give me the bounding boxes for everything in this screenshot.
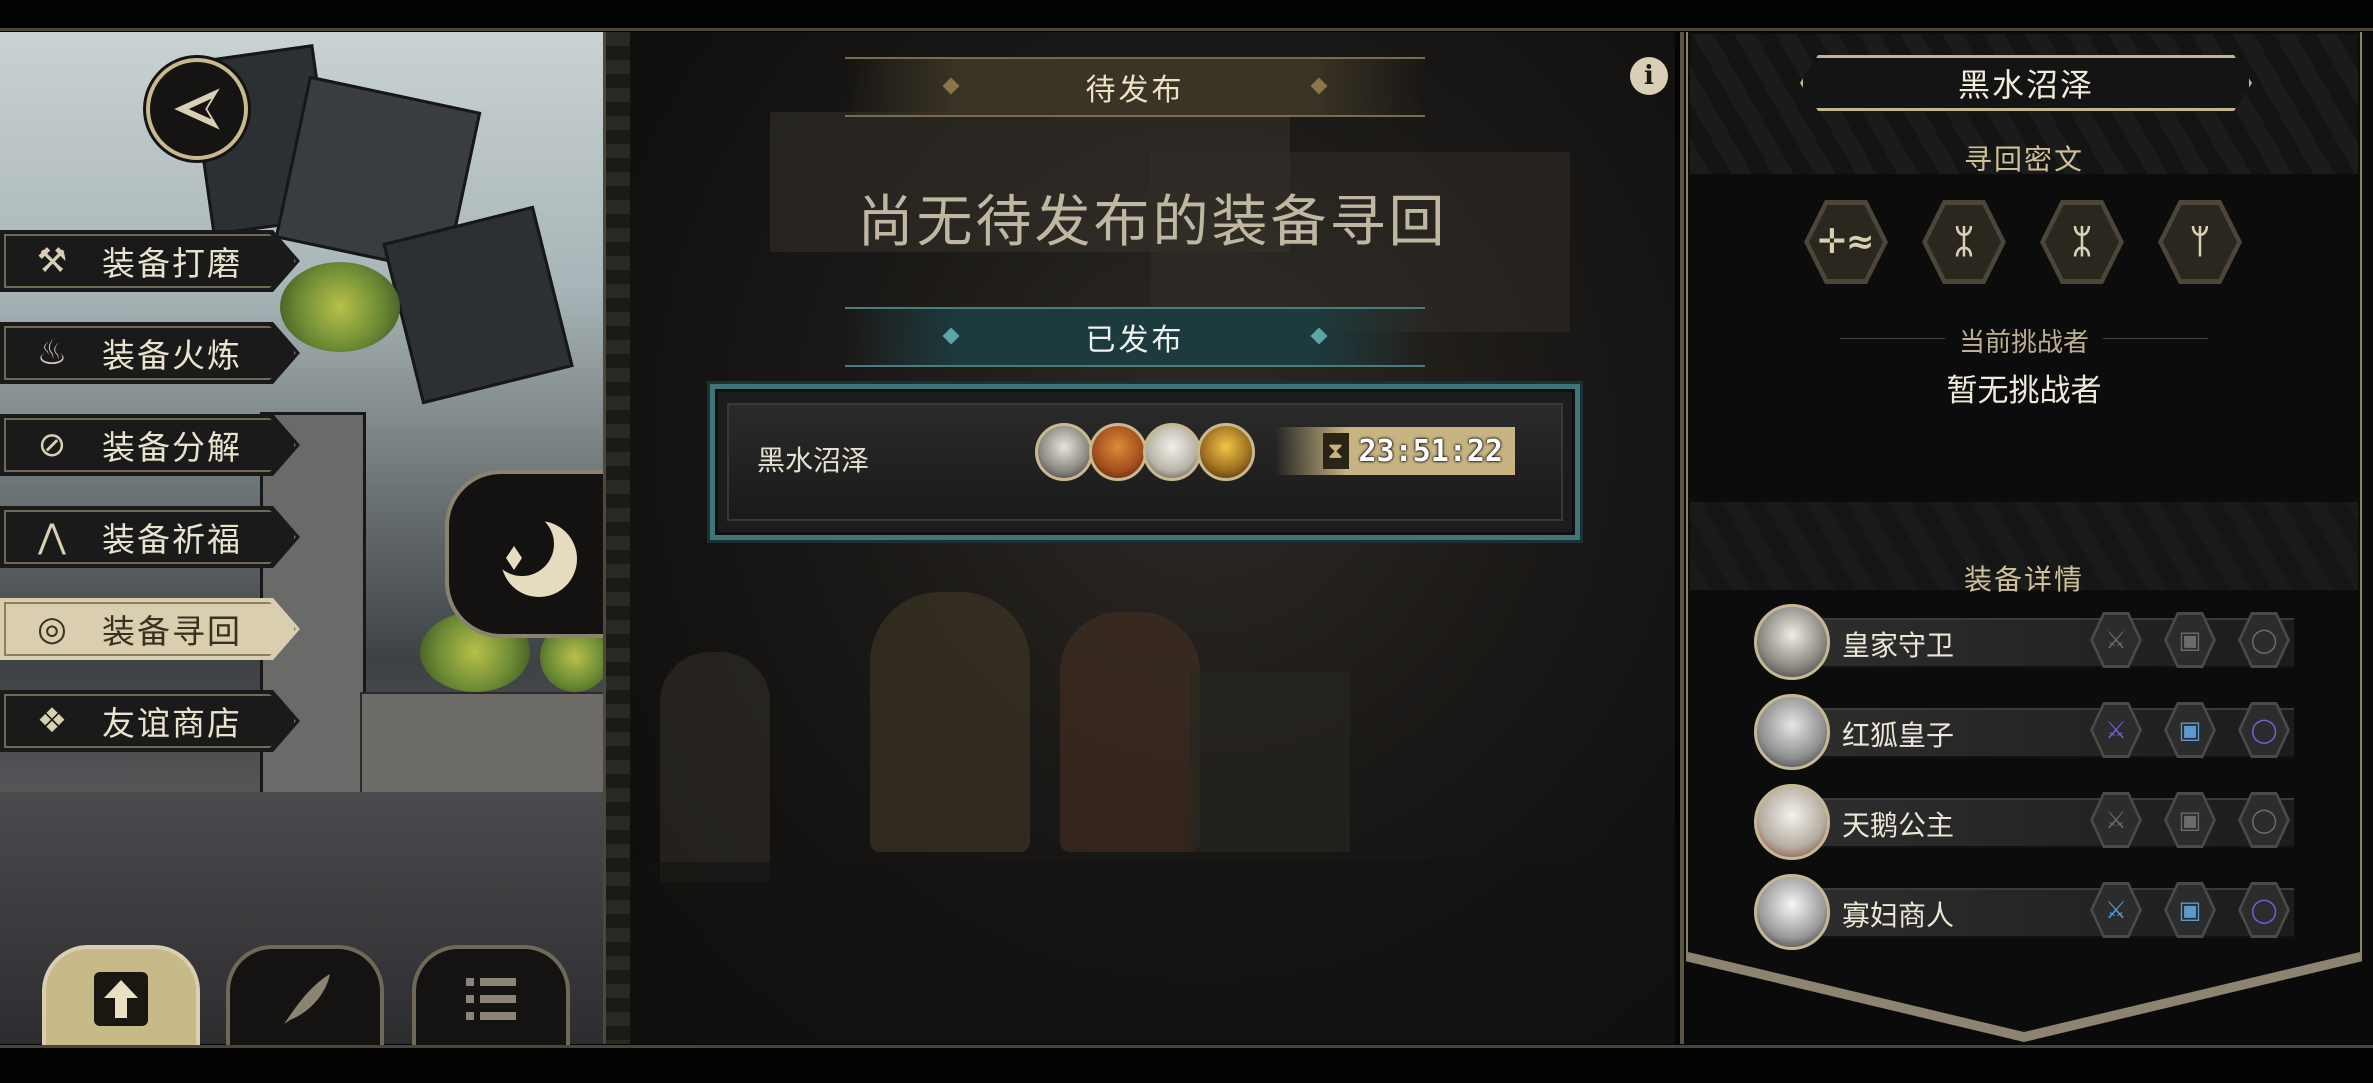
top-bar (0, 0, 2373, 31)
stone-wall (360, 692, 605, 806)
rune-glyph-icon: ᛯ (2045, 205, 2119, 279)
region-banner: 黑水沼泽 (1800, 55, 2252, 111)
equipment-row-widow-merchant[interactable]: 寡妇商人 ⚔ ▣ ◯ (1754, 874, 2294, 950)
list-tab-button[interactable] (412, 945, 570, 1053)
menu-item-polish[interactable]: ⚒ 装备打磨 (0, 230, 300, 292)
red-fox-prince-avatar (1754, 694, 1830, 770)
bush (280, 262, 400, 352)
ring-icon: ◯ (2241, 705, 2287, 755)
knight-portrait (1035, 423, 1093, 481)
equipment-row-red-fox-prince[interactable]: 红狐皇子 ⚔ ▣ ◯ (1754, 694, 2294, 770)
feather-tab-button[interactable] (226, 945, 384, 1053)
published-header-label: 已发布 (1085, 323, 1185, 358)
rune-glyph-icon: ᛯ (1927, 205, 2001, 279)
pending-header-label: 待发布 (1085, 73, 1185, 108)
back-button[interactable] (146, 58, 248, 160)
menu-item-blessing[interactable]: ⋀ 装备祈福 (0, 506, 300, 568)
fox-portrait (1089, 423, 1147, 481)
sword-icon: ⚔ (2093, 885, 2139, 935)
rune-glyph-icon: ✛≈ (1809, 205, 1883, 279)
armor-icon: ▣ (2167, 795, 2213, 845)
center-panel: 待发布 i 尚无待发布的装备寻回 已发布 黑水沼泽 ⧗ 23:51:22 (630, 32, 1675, 1044)
menu-item-retrieve[interactable]: ◎ 装备寻回 (0, 598, 300, 660)
rooster-portrait (1197, 423, 1255, 481)
rune-glyph-icon: ᛘ (2163, 205, 2237, 279)
royal-guard-avatar (1754, 604, 1830, 680)
hourglass-icon: ⧗ (1322, 433, 1349, 469)
menu-item-disassemble[interactable]: ⊘ 装备分解 (0, 414, 300, 476)
cipher-title: 寻回密文 (1963, 143, 2084, 176)
bounty-region-name: 黑水沼泽 (757, 444, 870, 477)
ring-icon: ◯ (2241, 795, 2287, 845)
feather-icon (284, 974, 330, 1024)
armor-icon: ▣ (2167, 885, 2213, 935)
swan-princess-avatar (1754, 784, 1830, 860)
published-header: 已发布 (845, 307, 1425, 367)
sword-icon: ⚔ (2093, 705, 2139, 755)
publish-tab-button[interactable] (42, 945, 200, 1053)
menu-item-friendship-shop[interactable]: ❖ 友谊商店 (0, 690, 300, 752)
armor-icon: ▣ (2167, 705, 2213, 755)
region-title: 黑水沼泽 (1957, 66, 2094, 104)
character-name: 寡妇商人 (1842, 899, 1955, 932)
sword-icon: ⚔ (2093, 615, 2139, 665)
pending-header: 待发布 (845, 57, 1425, 117)
scene-board (382, 205, 574, 405)
equipment-details-title: 装备详情 (1963, 563, 2084, 596)
bottom-bar (0, 1045, 2373, 1083)
bounty-timer: ⧗ 23:51:22 (1275, 427, 1515, 475)
armor-icon: ▣ (2167, 615, 2213, 665)
upload-icon (94, 972, 148, 1026)
list-icon (466, 978, 516, 1020)
info-button[interactable]: i (1630, 57, 1668, 95)
panel-divider (603, 32, 633, 1044)
crescent-moon-icon (490, 512, 577, 597)
swan-portrait (1143, 423, 1201, 481)
timer-text: 23:51:22 (1358, 433, 1504, 469)
character-name: 皇家守卫 (1842, 629, 1955, 662)
widow-merchant-avatar (1754, 874, 1830, 950)
equipment-row-royal-guard[interactable]: 皇家守卫 ⚔ ▣ ◯ (1754, 604, 2294, 680)
ring-icon: ◯ (2241, 615, 2287, 665)
empty-pending-message: 尚无待发布的装备寻回 (857, 190, 1448, 255)
back-arrow-icon (174, 88, 220, 130)
current-challenger-label: 当前挑战者 (1690, 322, 2358, 359)
character-name: 天鹅公主 (1842, 809, 1955, 842)
menu-item-refine[interactable]: ♨ 装备火炼 (0, 322, 300, 384)
sword-icon: ⚔ (2093, 795, 2139, 845)
night-toggle-button[interactable] (445, 470, 623, 638)
published-bounty-card[interactable]: 黑水沼泽 ⧗ 23:51:22 (710, 384, 1580, 540)
current-challenger-value: 暂无挑战者 (1946, 373, 2102, 409)
ring-icon: ◯ (2241, 885, 2287, 935)
equipment-row-swan-princess[interactable]: 天鹅公主 ⚔ ▣ ◯ (1754, 784, 2294, 860)
character-name: 红狐皇子 (1842, 719, 1955, 752)
